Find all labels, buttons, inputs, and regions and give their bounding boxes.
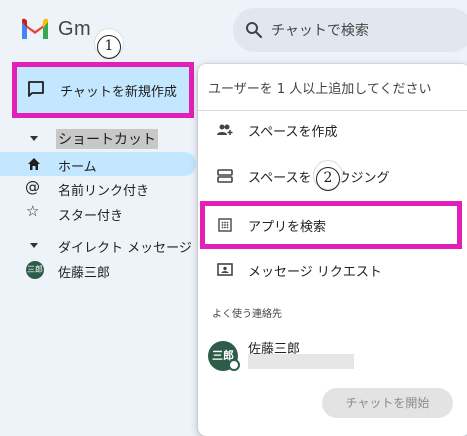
sidebar-item-dm-contact[interactable]: 三郎 佐藤三郎: [0, 258, 200, 282]
menu-item-find-apps[interactable]: アプリを検索: [198, 203, 467, 247]
apps-grid-icon: [218, 218, 232, 232]
callout-2-number: 2: [316, 167, 340, 191]
app-logo-text: Gm: [58, 18, 92, 40]
start-chat-button[interactable]: チャットを開始: [322, 388, 453, 418]
contact-email-redacted: [248, 354, 354, 369]
callout-2: 2: [313, 160, 343, 191]
menu-item-label: メッセージ リクエスト: [248, 265, 382, 280]
star-icon: ☆: [26, 202, 40, 220]
search-placeholder[interactable]: チャットで検索: [271, 20, 369, 40]
frequent-contacts-heading: よく使う連絡先: [212, 309, 282, 320]
sidebar-item-label: スター付き: [58, 209, 124, 224]
sidebar-item-label: 名前リンク付き: [58, 184, 150, 199]
browse-spaces-icon: [217, 169, 233, 183]
menu-item-label: スペースを作成: [248, 125, 338, 140]
sidebar-item-direct-messages[interactable]: ダイレクト メッセージ: [0, 233, 200, 257]
sidebar-item-label: ホーム: [58, 160, 97, 175]
gmail-logo-icon[interactable]: [20, 16, 50, 42]
sidebar-item-label: ダイレクト メッセージ: [58, 241, 192, 256]
avatar: 三郎: [26, 261, 44, 279]
sidebar-item-label: ショートカット: [56, 129, 158, 149]
search-icon[interactable]: [245, 21, 263, 39]
group-add-icon: [217, 124, 233, 135]
sidebar-item-starred[interactable]: ☆ スター付き: [0, 201, 200, 225]
menu-item-message-requests[interactable]: メッセージ リクエスト: [198, 248, 467, 292]
sidebar-item-label: 佐藤三郎: [58, 266, 111, 281]
caret-down-icon[interactable]: [26, 130, 42, 146]
presence-indicator-icon: [228, 359, 240, 371]
callout-1: 1: [94, 28, 124, 59]
menu-item-label: アプリを検索: [248, 220, 327, 235]
menu-item-create-space[interactable]: スペースを作成: [198, 108, 467, 152]
home-icon: [28, 158, 40, 170]
callout-1-number: 1: [97, 35, 121, 59]
at-icon: @: [25, 178, 40, 196]
message-request-icon: [217, 263, 233, 276]
chat-bubble-icon: [28, 81, 44, 97]
caret-down-icon[interactable]: [26, 237, 42, 253]
sidebar-item-shortcuts[interactable]: ショートカット: [0, 126, 200, 150]
sidebar-item-mentions[interactable]: @ 名前リンク付き: [0, 176, 200, 200]
add-users-placeholder[interactable]: ユーザーを 1 人以上追加してください: [208, 78, 432, 97]
sidebar-item-home[interactable]: ホーム: [0, 152, 196, 176]
new-chat-label: チャットを新規作成: [60, 85, 177, 100]
